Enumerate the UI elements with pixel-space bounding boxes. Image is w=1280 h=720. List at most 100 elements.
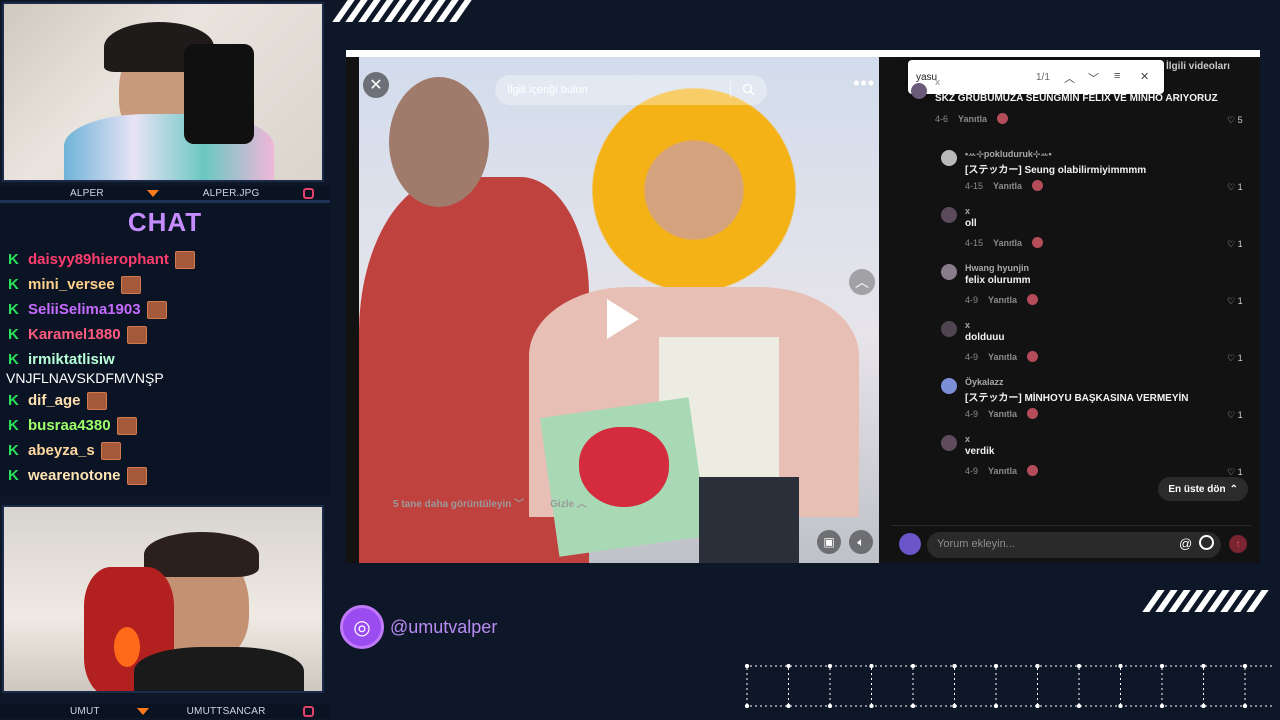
find-query[interactable]: yasu (916, 72, 937, 83)
chat-message: Kdif_age (6, 388, 326, 413)
kick-icon: K (8, 326, 19, 343)
send-icon[interactable]: ↑ (1229, 535, 1247, 553)
mention-icon[interactable]: @ (1179, 536, 1192, 551)
decor-dot (952, 664, 957, 669)
chat-message: Kwearenotone (6, 463, 326, 488)
reaction-icon[interactable] (1027, 465, 1039, 476)
decor-dot (869, 703, 874, 708)
picture-in-picture-icon[interactable]: ▣ (817, 530, 841, 554)
comment-list: x SKZ GRUBUMUZA SEUNGMİN FELİX VE MİNHO A… (891, 77, 1251, 513)
avatar[interactable] (911, 83, 927, 99)
close-icon[interactable]: ✕ (1140, 70, 1149, 83)
decor-dot (910, 703, 916, 708)
webcam-alper (2, 2, 324, 182)
comment-date: 4-6 (935, 113, 949, 124)
avatar[interactable] (941, 435, 957, 451)
emote-icon (86, 391, 107, 410)
kick-icon: K (8, 276, 19, 293)
video-player[interactable]: ✕ İlgili içeriği bulun ••• ︿ ▣ 🔈︎ (359, 57, 879, 563)
instagram-icon (302, 187, 314, 199)
comment-text: SKZ GRUBUMUZA SEUNGMİN FELİX VE MİNHO AR… (935, 93, 1218, 104)
decor-dot (1035, 703, 1040, 708)
comment-author[interactable]: •ꕀ⊹pokluduruk⊹ꕀ• (965, 149, 1052, 160)
cam-name-right: UMUTTSANCAR (186, 705, 266, 717)
avatar[interactable] (941, 207, 957, 223)
comment-author[interactable]: Öykalazz (965, 377, 1004, 387)
hide-replies[interactable]: Gizle ︿ (550, 495, 587, 510)
emote-icon (146, 300, 167, 319)
go-top-button[interactable]: En üste dön ⌃ (1158, 477, 1248, 501)
comment-author[interactable]: x (965, 206, 970, 216)
decor-dot (993, 664, 999, 669)
avatar[interactable] (941, 378, 957, 394)
volume-icon[interactable]: 🔈︎ (849, 530, 873, 554)
video-search[interactable]: İlgili içeriği bulun (495, 75, 767, 105)
filter-icon[interactable]: ≡ (1114, 70, 1120, 82)
kick-icon: K (8, 301, 19, 318)
cam-name-left: UMUT (70, 705, 100, 717)
instagram-icon (302, 705, 314, 717)
emote-icon (126, 325, 147, 344)
decor-dot (1076, 703, 1082, 708)
chat-message: K Karamel1880 (6, 322, 326, 347)
avatar (899, 533, 921, 555)
cam-name-right: ALPER.JPG (202, 187, 260, 199)
tab-related-videos[interactable]: İlgili videoları (1166, 61, 1230, 72)
emoji-icon[interactable] (1199, 535, 1214, 550)
comment-item: x dolduuu 4-9 Yanıtla ♡ 1 (891, 294, 1246, 363)
avatar[interactable] (941, 264, 957, 280)
decor-dot (910, 664, 916, 669)
avatar[interactable] (941, 150, 957, 166)
kick-icon: K (8, 392, 19, 409)
chat-message-text: VNJFLNAVSKDFMVNŞP (6, 370, 164, 386)
double-chevron-up-icon: ⌃ (1229, 483, 1238, 495)
comment-text: [ステッカー] MİNHOYU BAŞKASINA VERMEYİN (965, 393, 1189, 404)
chat-username: mini_versee (28, 276, 115, 293)
comment-input-placeholder: Yorum ekleyin... (937, 538, 1015, 550)
emote-icon (174, 250, 195, 269)
chevron-up-icon[interactable]: ︿ (849, 269, 875, 295)
chat-username: dif_age (28, 392, 81, 409)
decor-dot (1118, 664, 1123, 669)
decor-stripes-bottom (1142, 590, 1269, 612)
comment-input[interactable]: Yorum ekleyin... (927, 532, 1221, 558)
avatar[interactable] (941, 321, 957, 337)
kick-icon: K (8, 442, 19, 459)
decor-dots-grid (745, 664, 1275, 708)
comment-item: Öykalazz [ステッカー] MİNHOYU BAŞKASINA VERMEY… (891, 351, 1246, 420)
chat-message: Kdaisyy89hierophant (6, 247, 326, 272)
reply-button[interactable]: Yanıtla (988, 466, 1017, 476)
comment-text: felix olurumm (965, 275, 1031, 286)
comment-author[interactable]: Hwang hyunjin (965, 263, 1029, 273)
comment-date: 4-9 (965, 465, 979, 476)
decor-dot (1201, 703, 1206, 708)
video-search-placeholder: İlgili içeriği bulun (507, 84, 588, 96)
emote-icon (116, 416, 137, 435)
comment-author[interactable]: x (965, 434, 970, 444)
close-icon[interactable]: ✕ (363, 72, 389, 98)
comment-author[interactable]: x (935, 77, 940, 87)
thread-controls: 5 tane daha görüntüleyin ﹀ Gizle ︿ (393, 495, 587, 510)
comment-author[interactable]: x (965, 320, 970, 330)
view-more-replies[interactable]: 5 tane daha görüntüleyin ﹀ (393, 495, 524, 510)
social-handle-text: @umutvalper (390, 616, 498, 637)
decor-dot (786, 664, 791, 669)
kick-icon: K (8, 417, 19, 434)
decor-stripes-top (332, 0, 472, 22)
search-icon[interactable] (742, 83, 755, 99)
comment-text: verdik (965, 446, 995, 457)
kick-icon: K (8, 351, 19, 368)
play-icon[interactable] (607, 299, 639, 339)
decor-dot (952, 703, 957, 708)
chat-message: Kbusraa4380 (6, 413, 326, 438)
decor-dot (1159, 664, 1165, 669)
like-count: 1 (1237, 467, 1243, 477)
comment-text: dolduuu (965, 332, 1005, 343)
emote-icon (100, 441, 121, 460)
more-icon[interactable]: ••• (853, 73, 875, 94)
decor-dot (1242, 703, 1248, 708)
comment-meta: 4-9 Yanıtla (965, 465, 1039, 476)
chat-message: K SeliiSelima1903 (6, 297, 326, 322)
browser-capture: ✕ İlgili içeriği bulun ••• ︿ ▣ 🔈︎ yasu 1… (346, 50, 1260, 563)
reply-button[interactable]: Yanıtla (958, 114, 987, 124)
